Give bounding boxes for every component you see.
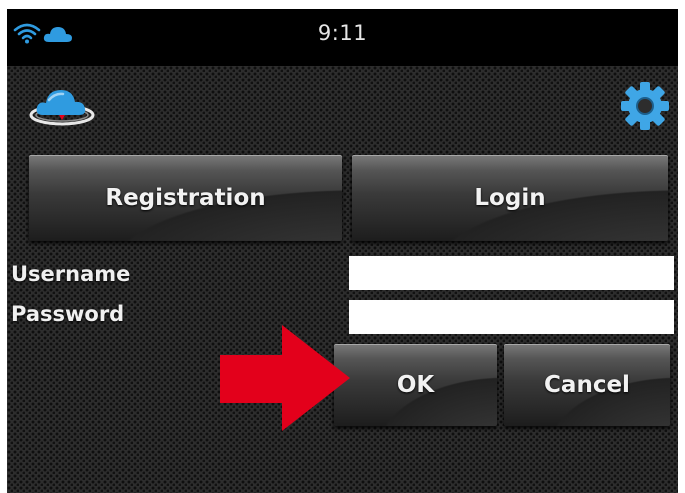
username-label: Username [11, 262, 131, 286]
status-bar: 9:11 [7, 9, 678, 57]
cloud-logo-icon [29, 90, 95, 126]
registration-button[interactable]: Registration [29, 155, 342, 241]
gear-icon[interactable] [619, 80, 671, 132]
password-input[interactable] [349, 300, 674, 334]
red-arrow-icon [220, 325, 350, 431]
cancel-button[interactable]: Cancel [504, 344, 670, 426]
login-button[interactable]: Login [352, 155, 668, 241]
status-time: 9:11 [317, 21, 368, 45]
password-label: Password [11, 302, 125, 326]
ok-button[interactable]: OK [334, 344, 497, 426]
username-input[interactable] [349, 256, 674, 290]
